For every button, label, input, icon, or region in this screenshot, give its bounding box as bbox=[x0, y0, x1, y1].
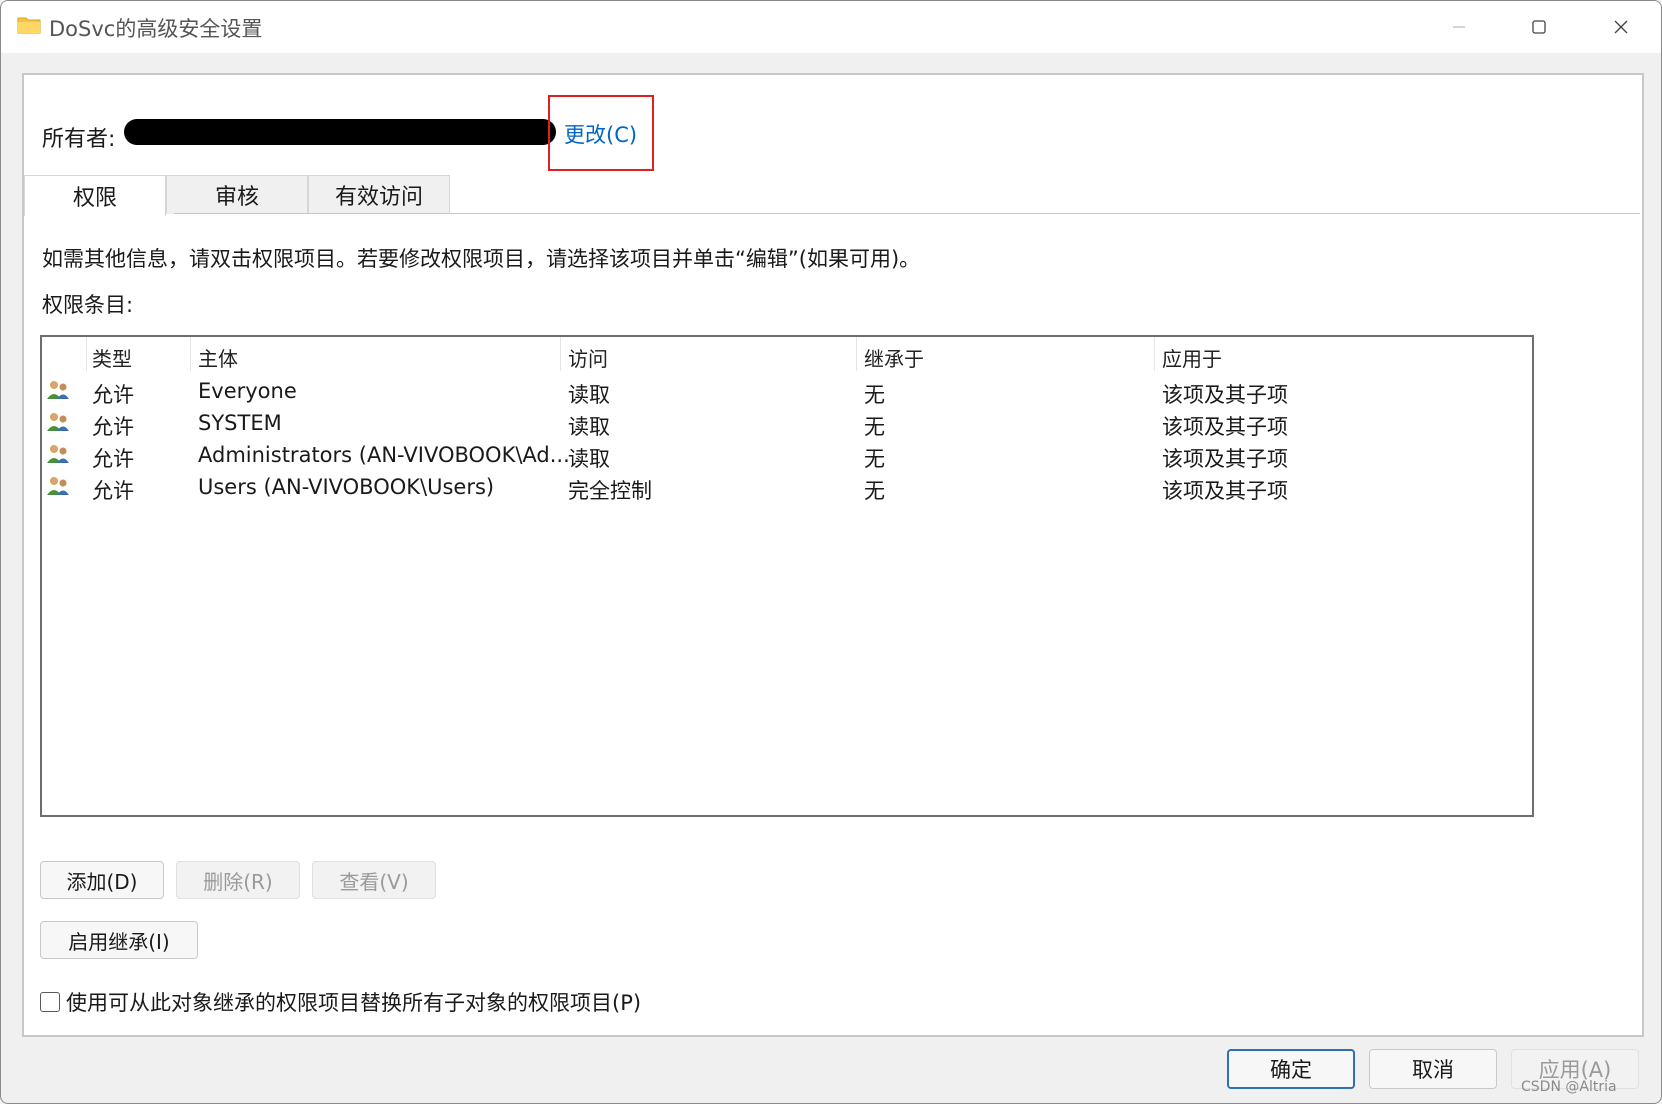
add-button[interactable]: 添加(D) bbox=[40, 861, 164, 899]
column-separator[interactable] bbox=[190, 337, 191, 371]
cell-access: 读取 bbox=[568, 383, 610, 407]
cell-applies-to: 该项及其子项 bbox=[1162, 479, 1288, 503]
remove-button[interactable]: 删除(R) bbox=[176, 861, 300, 899]
column-separator[interactable] bbox=[560, 337, 561, 371]
cell-applies-to: 该项及其子项 bbox=[1162, 447, 1288, 471]
watermark: CSDN @Altria bbox=[1521, 1079, 1617, 1095]
cell-principal: Users (AN-VIVOBOOK\Users) bbox=[198, 475, 495, 499]
window-title: DoSvc的高级安全设置 bbox=[49, 17, 263, 41]
cell-principal: Everyone bbox=[198, 379, 297, 403]
cell-principal: Administrators (AN-VIVOBOOK\Ad... bbox=[198, 443, 570, 467]
replace-child-permissions-checkbox[interactable] bbox=[40, 992, 60, 1012]
cancel-button[interactable]: 取消 bbox=[1369, 1049, 1497, 1089]
cell-inherited-from: 无 bbox=[864, 479, 885, 503]
title-bar[interactable]: DoSvc的高级安全设置 bbox=[1, 1, 1661, 53]
owner-label: 所有者: bbox=[42, 127, 116, 152]
table-row[interactable]: 允许 Users (AN-VIVOBOOK\Users) 完全控制 无 该项及其… bbox=[42, 471, 1532, 503]
column-header-type[interactable]: 类型 bbox=[92, 343, 132, 372]
close-button[interactable] bbox=[1591, 7, 1651, 47]
folder-icon bbox=[17, 17, 41, 34]
replace-child-permissions-option[interactable]: 使用可从此对象继承的权限项目替换所有子对象的权限项目(P) bbox=[40, 987, 641, 1017]
column-header-inherited-from[interactable]: 继承于 bbox=[864, 343, 924, 372]
column-separator[interactable] bbox=[86, 337, 87, 371]
replace-child-permissions-label[interactable]: 使用可从此对象继承的权限项目替换所有子对象的权限项目(P) bbox=[66, 987, 641, 1017]
users-icon bbox=[47, 381, 69, 399]
permission-entries-label: 权限条目: bbox=[42, 293, 134, 317]
maximize-button[interactable] bbox=[1509, 7, 1569, 47]
column-separator[interactable] bbox=[856, 337, 857, 371]
info-text: 如需其他信息，请双击权限项目。若要修改权限项目，请选择该项目并单击“编辑”(如果… bbox=[42, 247, 921, 271]
ok-button[interactable]: 确定 bbox=[1227, 1049, 1355, 1089]
tab-auditing[interactable]: 审核 bbox=[166, 175, 308, 214]
table-row[interactable]: 允许 Everyone 读取 无 该项及其子项 bbox=[42, 375, 1532, 407]
cell-access: 读取 bbox=[568, 447, 610, 471]
owner-name-redacted bbox=[124, 119, 556, 145]
change-owner-link[interactable]: 更改(C) bbox=[564, 119, 637, 149]
enable-inheritance-button[interactable]: 启用继承(I) bbox=[40, 921, 198, 959]
minimize-icon bbox=[1453, 26, 1465, 28]
cell-type: 允许 bbox=[92, 383, 134, 407]
column-header-principal[interactable]: 主体 bbox=[198, 343, 238, 372]
maximize-icon bbox=[1532, 20, 1546, 34]
table-row[interactable]: 允许 Administrators (AN-VIVOBOOK\Ad... 读取 … bbox=[42, 439, 1532, 471]
cell-inherited-from: 无 bbox=[864, 383, 885, 407]
cell-type: 允许 bbox=[92, 479, 134, 503]
cell-applies-to: 该项及其子项 bbox=[1162, 383, 1288, 407]
users-icon bbox=[47, 445, 69, 463]
tab-effective-access[interactable]: 有效访问 bbox=[308, 175, 450, 214]
users-icon bbox=[47, 413, 69, 431]
cell-type: 允许 bbox=[92, 415, 134, 439]
dialog-window: DoSvc的高级安全设置 所有者: 更改(C) 权限 审核 有效访问 如需其他信… bbox=[0, 0, 1662, 1104]
cell-access: 读取 bbox=[568, 415, 610, 439]
column-separator[interactable] bbox=[1154, 337, 1155, 371]
table-row[interactable]: 允许 SYSTEM 读取 无 该项及其子项 bbox=[42, 407, 1532, 439]
tab-divider bbox=[174, 213, 1640, 214]
column-header-access[interactable]: 访问 bbox=[568, 343, 608, 372]
cell-principal: SYSTEM bbox=[198, 411, 282, 435]
cell-applies-to: 该项及其子项 bbox=[1162, 415, 1288, 439]
tab-permissions[interactable]: 权限 bbox=[24, 175, 166, 216]
cell-type: 允许 bbox=[92, 447, 134, 471]
cell-inherited-from: 无 bbox=[864, 447, 885, 471]
main-panel: 所有者: 更改(C) 权限 审核 有效访问 如需其他信息，请双击权限项目。若要修… bbox=[22, 73, 1644, 1037]
cell-access: 完全控制 bbox=[568, 479, 652, 503]
close-icon bbox=[1614, 20, 1628, 34]
cell-inherited-from: 无 bbox=[864, 415, 885, 439]
minimize-button[interactable] bbox=[1429, 7, 1489, 47]
permission-entries-list[interactable]: 类型 主体 访问 继承于 应用于 允许 Everyone 读取 无 该项及其子项 bbox=[40, 335, 1534, 817]
view-button[interactable]: 查看(V) bbox=[312, 861, 436, 899]
column-header-applies-to[interactable]: 应用于 bbox=[1162, 343, 1222, 372]
users-icon bbox=[47, 477, 69, 495]
